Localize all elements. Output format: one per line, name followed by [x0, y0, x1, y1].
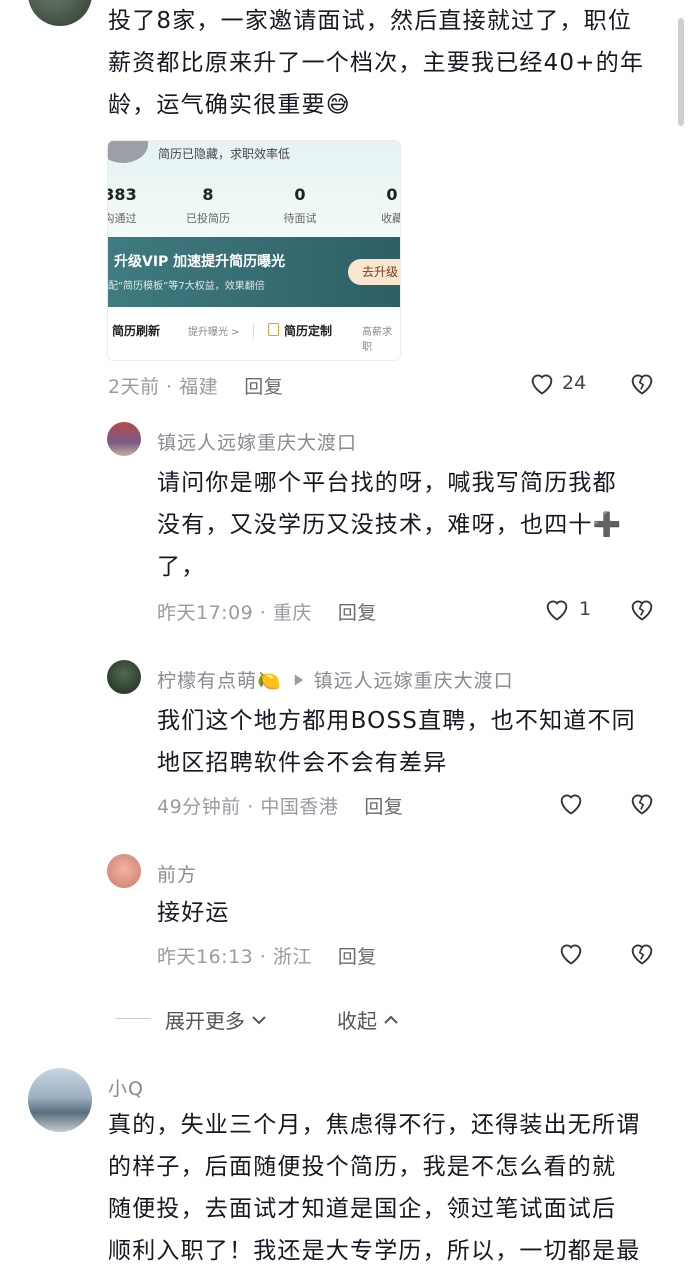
commenter-name[interactable]: 小Q — [108, 1074, 144, 1101]
commenter-avatar[interactable] — [28, 0, 92, 26]
image-stat: 8 已投简历 — [186, 185, 230, 225]
image-stat: 0 收藏 — [381, 185, 401, 225]
commenter-avatar[interactable] — [28, 1068, 92, 1132]
reply-button[interactable]: 回复 — [244, 376, 283, 398]
reply-button[interactable]: 回复 — [338, 946, 377, 968]
expand-more-button[interactable]: 展开更多 — [165, 1005, 269, 1034]
reply-meta: 昨天16:13 · 浙江 回复 — [157, 946, 377, 968]
heart-outline-icon — [560, 794, 582, 815]
chevron-down-icon — [252, 1015, 266, 1024]
image-vip-banner: 升级VIP 加速提升简历曝光 配“简历模板”等7大权益，效果翻倍 去升级 — [108, 237, 400, 307]
reply-button[interactable]: 回复 — [338, 602, 377, 624]
like-count: 24 — [562, 372, 587, 394]
reply-to-author[interactable]: 镇远人远嫁重庆大渡口 — [314, 666, 514, 693]
main-comment-text: 投了8家，一家邀请面试，然后直接就过了，职位薪资都比原来升了一个档次，主要我已经… — [108, 8, 645, 118]
like-button[interactable] — [557, 790, 585, 816]
reply-author-line: 柠檬有点萌🍋 镇远人远嫁重庆大渡口 — [157, 666, 514, 693]
thread-divider-line — [115, 1018, 151, 1019]
reply-author[interactable]: 镇远人远嫁重庆大渡口 — [157, 428, 357, 455]
comment-image[interactable]: 简历已隐藏，求职效率低 383 沟通过 8 已投简历 0 待面试 0 收藏 升级… — [107, 140, 401, 361]
like-button[interactable]: 24 — [528, 370, 586, 396]
reply-meta: 昨天17:09 · 重庆 回复 — [157, 602, 377, 624]
comment-location: 福建 — [179, 376, 219, 398]
reply-text: 我们这个地方都用BOSS直聘，也不知道不同 地区招聘软件会不会有差异 — [157, 708, 636, 776]
reply-meta: 49分钟前 · 中国香港 回复 — [157, 796, 404, 818]
reply-avatar[interactable] — [107, 422, 141, 456]
reply-avatar[interactable] — [107, 660, 141, 694]
reply-author[interactable]: 前方 — [157, 860, 197, 887]
image-vip-button: 去升级 — [348, 259, 400, 285]
dislike-button[interactable] — [628, 790, 656, 816]
reply-author[interactable]: 柠檬有点萌🍋 — [157, 666, 282, 693]
reply-button[interactable]: 回复 — [364, 796, 403, 818]
broken-heart-icon — [631, 374, 653, 395]
document-icon — [268, 323, 279, 336]
reply-text: 请问你是哪个平台找的呀，喊我写简历我都 没有，又没学历又没技术，难呀，也四十➕ … — [157, 470, 623, 580]
broken-heart-icon — [631, 600, 653, 621]
heart-outline-icon — [560, 944, 582, 965]
dislike-button[interactable] — [628, 940, 656, 966]
heart-outline-icon — [546, 600, 568, 621]
heart-outline-icon — [531, 374, 553, 395]
comment-time: 2天前 — [108, 376, 160, 398]
image-bottom-bar: 简历刷新 提升曝光 > 简历定制 高薪求职 — [108, 307, 400, 360]
image-stat: 0 待面试 — [283, 185, 317, 225]
broken-heart-icon — [631, 944, 653, 965]
image-hidden-text: 简历已隐藏，求职效率低 — [158, 147, 291, 161]
collapse-button[interactable]: 收起 — [337, 1005, 401, 1034]
dislike-button[interactable] — [628, 370, 656, 396]
reply-text: 接好运 — [157, 900, 230, 926]
comment-text: 真的，失业三个月，焦虑得不行，还得装出无所谓 的样子，后面随便投个简历，我是不怎… — [108, 1112, 641, 1264]
image-avatar — [108, 141, 148, 163]
image-stat: 383 沟通过 — [108, 185, 137, 225]
like-count: 1 — [579, 598, 592, 620]
broken-heart-icon — [631, 794, 653, 815]
reply-avatar[interactable] — [107, 854, 141, 888]
like-button[interactable] — [557, 940, 585, 966]
scrollbar[interactable] — [678, 18, 684, 126]
chevron-up-icon — [384, 1015, 398, 1024]
main-comment-meta: 2天前 · 福建 回复 — [108, 376, 284, 398]
dislike-button[interactable] — [628, 596, 656, 622]
triangle-right-icon — [294, 673, 303, 686]
like-button[interactable]: 1 — [543, 596, 591, 622]
